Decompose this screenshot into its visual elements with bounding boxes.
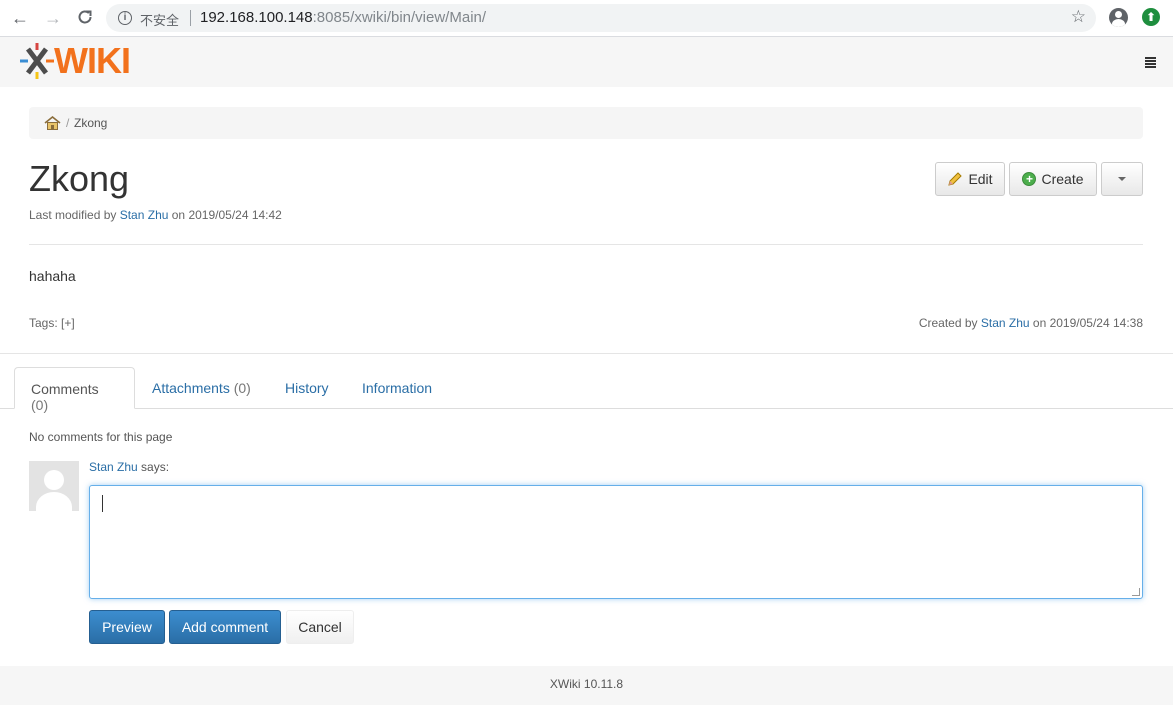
hamburger-menu-icon[interactable]	[1145, 57, 1156, 68]
comment-textarea[interactable]	[89, 485, 1143, 599]
footer-version: XWiki 10.11.8	[549, 677, 624, 691]
caret-down-icon	[1118, 177, 1126, 181]
extension-upload-icon[interactable]: ⬆	[1142, 8, 1160, 26]
footer: XWiki 10.11.8	[0, 666, 1173, 705]
url-text[interactable]: 192.168.100.148:8085/xwiki/bin/view/Main…	[200, 9, 486, 26]
bookmark-star-icon[interactable]: ☆	[1071, 7, 1086, 27]
browser-toolbar: ← → i 不安全 192.168.100.148:8085/xwiki/bin…	[0, 0, 1173, 37]
forward-arrow-icon[interactable]: →	[43, 8, 63, 28]
home-icon[interactable]	[44, 116, 61, 130]
preview-button[interactable]: Preview	[89, 610, 165, 644]
breadcrumb-separator: /	[66, 116, 70, 130]
plus-circle-icon: +	[1022, 172, 1037, 186]
pencil-icon	[948, 172, 963, 186]
reload-icon[interactable]	[75, 8, 95, 28]
xwiki-logo-mark	[20, 43, 54, 79]
tab-history[interactable]: History	[269, 367, 345, 409]
info-icon[interactable]: i	[118, 11, 132, 25]
xwiki-logo[interactable]: WIKI	[20, 40, 131, 81]
edit-label: Edit	[968, 171, 993, 187]
divider	[29, 244, 1143, 245]
tab-attachments[interactable]: Attachments (0)	[136, 367, 267, 409]
created-info: Created by Stan Zhu on 2019/05/24 14:38	[918, 316, 1143, 330]
breadcrumb-current[interactable]: Zkong	[74, 116, 107, 130]
insecure-label: 不安全	[140, 13, 180, 28]
create-label: Create	[1041, 171, 1084, 187]
cancel-button[interactable]: Cancel	[286, 610, 354, 644]
comment-author-link[interactable]: Stan Zhu	[89, 460, 138, 474]
comment-author-line: Stan Zhu says:	[89, 460, 170, 474]
add-comment-button[interactable]: Add comment	[169, 610, 281, 644]
last-modified-user-link[interactable]: Stan Zhu	[120, 208, 169, 222]
edit-button[interactable]: Edit	[935, 162, 1005, 196]
create-button[interactable]: + Create	[1009, 162, 1097, 196]
tab-comments[interactable]: Comments (0)	[14, 367, 135, 413]
breadcrumb: / Zkong	[29, 107, 1143, 139]
page-title: Zkong	[29, 158, 130, 199]
tab-information[interactable]: Information	[346, 367, 448, 409]
more-actions-dropdown[interactable]	[1101, 162, 1143, 196]
resize-handle-icon[interactable]	[1132, 588, 1140, 596]
text-cursor	[102, 495, 103, 512]
logo-text: WIKI	[54, 40, 131, 81]
back-arrow-icon[interactable]: ←	[10, 8, 30, 28]
avatar	[29, 461, 79, 511]
page-content: hahaha	[29, 268, 76, 284]
address-bar[interactable]: i 不安全 192.168.100.148:8085/xwiki/bin/vie…	[106, 4, 1096, 32]
divider	[0, 353, 1173, 354]
created-user-link[interactable]: Stan Zhu	[981, 316, 1030, 330]
tags-link[interactable]: Tags: [+]	[29, 316, 75, 330]
last-modified-info: Last modified by Stan Zhu on 2019/05/24 …	[29, 208, 282, 222]
account-icon[interactable]	[1109, 8, 1128, 27]
xwiki-header: WIKI	[0, 37, 1173, 87]
no-comments-text: No comments for this page	[29, 430, 173, 444]
separator	[190, 10, 191, 26]
